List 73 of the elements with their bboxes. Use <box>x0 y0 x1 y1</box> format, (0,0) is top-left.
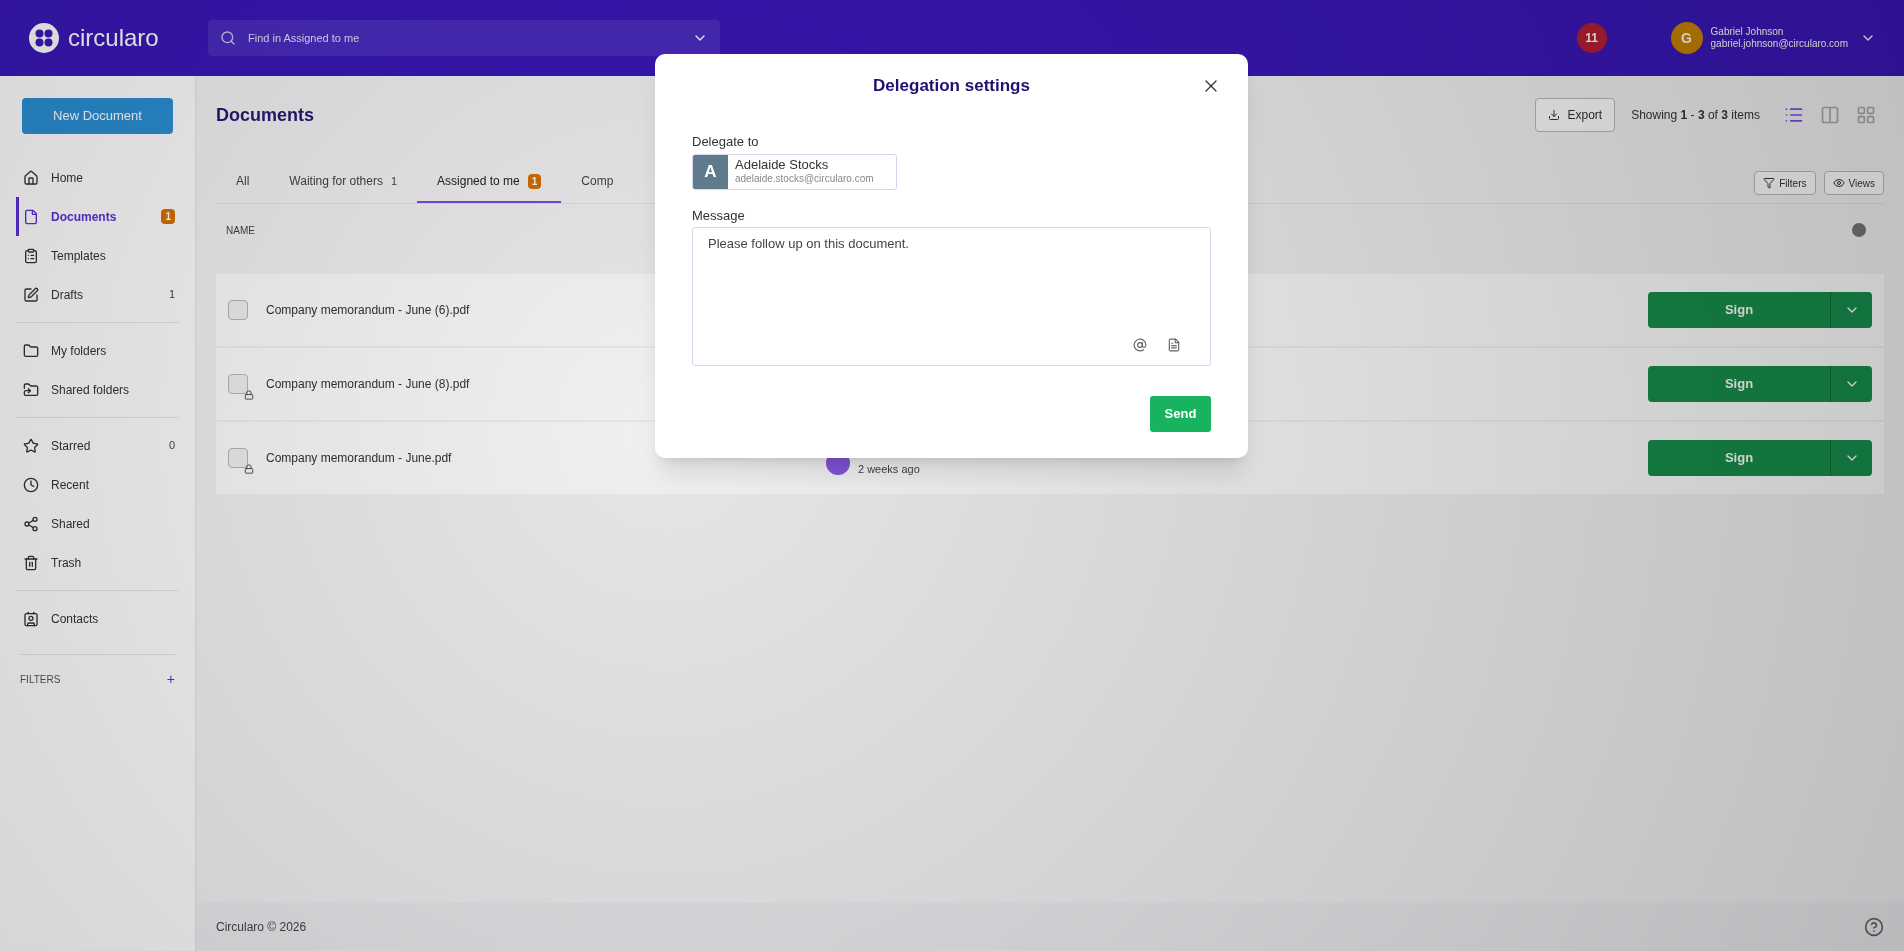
trash-icon <box>23 554 39 571</box>
logo-text: circularo <box>68 23 159 53</box>
tab-count: 1 <box>390 173 398 189</box>
home-icon <box>23 169 39 186</box>
tab[interactable]: All <box>216 161 270 203</box>
sidebar-item[interactable]: Drafts 1 <box>16 275 179 314</box>
row-checkbox[interactable] <box>228 300 248 320</box>
delegate-chip[interactable]: A Adelaide Stocks adelaide.stocks@circularo.com <box>692 153 897 190</box>
sidebar-item[interactable]: Shared folders <box>16 370 179 409</box>
message-field[interactable]: Please follow up on this document. <box>692 227 1211 366</box>
notification-badge[interactable]: 11 <box>1576 23 1607 53</box>
document-icon <box>23 208 39 225</box>
sign-options-button[interactable] <box>1830 440 1872 476</box>
mention-icon[interactable] <box>1133 338 1147 352</box>
dialog-title: Delegation settings <box>873 75 1030 98</box>
list-icon <box>1784 105 1804 125</box>
sidebar-item[interactable]: My folders <box>16 331 179 370</box>
logo-icon <box>28 22 60 54</box>
item-count: 0 <box>168 438 175 454</box>
sidebar-item[interactable]: Starred 0 <box>16 426 179 465</box>
sign-options-button[interactable] <box>1830 366 1872 402</box>
user-name: Gabriel Johnson <box>1710 25 1785 38</box>
search-field[interactable]: Find in Assigned to me <box>208 20 720 56</box>
sidebar-item[interactable]: Recent <box>16 465 179 504</box>
contact-avatar: A <box>693 154 728 189</box>
page-title: Documents <box>216 103 315 127</box>
grid-icon <box>1856 105 1876 125</box>
tab[interactable]: Assigned to me 1 <box>417 161 562 203</box>
sidebar-item[interactable]: Templates <box>16 236 179 275</box>
search-icon <box>220 30 236 46</box>
field-label: Message <box>692 206 746 225</box>
filters-heading: FILTERS <box>20 673 61 687</box>
views-button[interactable]: Views <box>1823 171 1884 195</box>
shared-folder-icon <box>23 381 39 398</box>
sign-button[interactable]: Sign <box>1648 292 1830 328</box>
field-label: Delegate to <box>692 133 760 151</box>
share-icon <box>23 515 39 532</box>
row-checkbox[interactable] <box>228 448 248 468</box>
help-icon[interactable] <box>1864 917 1884 937</box>
download-icon <box>1547 109 1560 121</box>
item-count-text: Showing 1 - 3 of 3 items <box>1631 107 1760 124</box>
star-icon <box>23 437 39 454</box>
sign-button[interactable]: Sign <box>1648 440 1830 476</box>
export-button[interactable]: Export <box>1534 98 1616 132</box>
item-count: 1 <box>168 287 175 303</box>
document-icon[interactable] <box>1167 338 1181 352</box>
footer-text: Circularo © 2026 <box>216 919 308 936</box>
contact-email: adelaide.stocks@circularo.com <box>735 173 874 186</box>
count-badge: 1 <box>527 173 542 189</box>
clipboard-icon <box>23 247 39 264</box>
edit-icon <box>23 286 39 303</box>
count-badge: 1 <box>161 209 175 224</box>
sidebar-item[interactable]: Documents 1 <box>16 197 179 236</box>
contact-name: Adelaide Stocks <box>735 157 830 174</box>
updated-time: 2 weeks ago <box>858 461 920 477</box>
tab[interactable]: Comp <box>561 161 634 203</box>
filter-icon <box>1763 177 1776 189</box>
tab[interactable]: Waiting for others 1 <box>269 161 418 203</box>
sidebar-item[interactable]: Trash <box>16 543 179 582</box>
row-checkbox[interactable] <box>228 374 248 394</box>
add-filter-button[interactable]: + <box>166 669 175 690</box>
filters-button[interactable]: Filters <box>1754 171 1816 195</box>
sidebar-item[interactable]: Contacts <box>16 599 179 638</box>
sign-button[interactable]: Sign <box>1648 366 1830 402</box>
sign-options-button[interactable] <box>1830 292 1872 328</box>
contact-card-icon <box>23 610 39 627</box>
folder-icon <box>23 342 39 359</box>
sidebar-item[interactable]: Shared <box>16 504 179 543</box>
clock-icon <box>23 476 39 493</box>
eye-icon <box>1832 177 1845 189</box>
columns-icon <box>1820 105 1840 125</box>
sidebar-item[interactable]: Home <box>16 158 179 197</box>
user-email: gabriel.johnson@circularo.com <box>1710 38 1848 51</box>
